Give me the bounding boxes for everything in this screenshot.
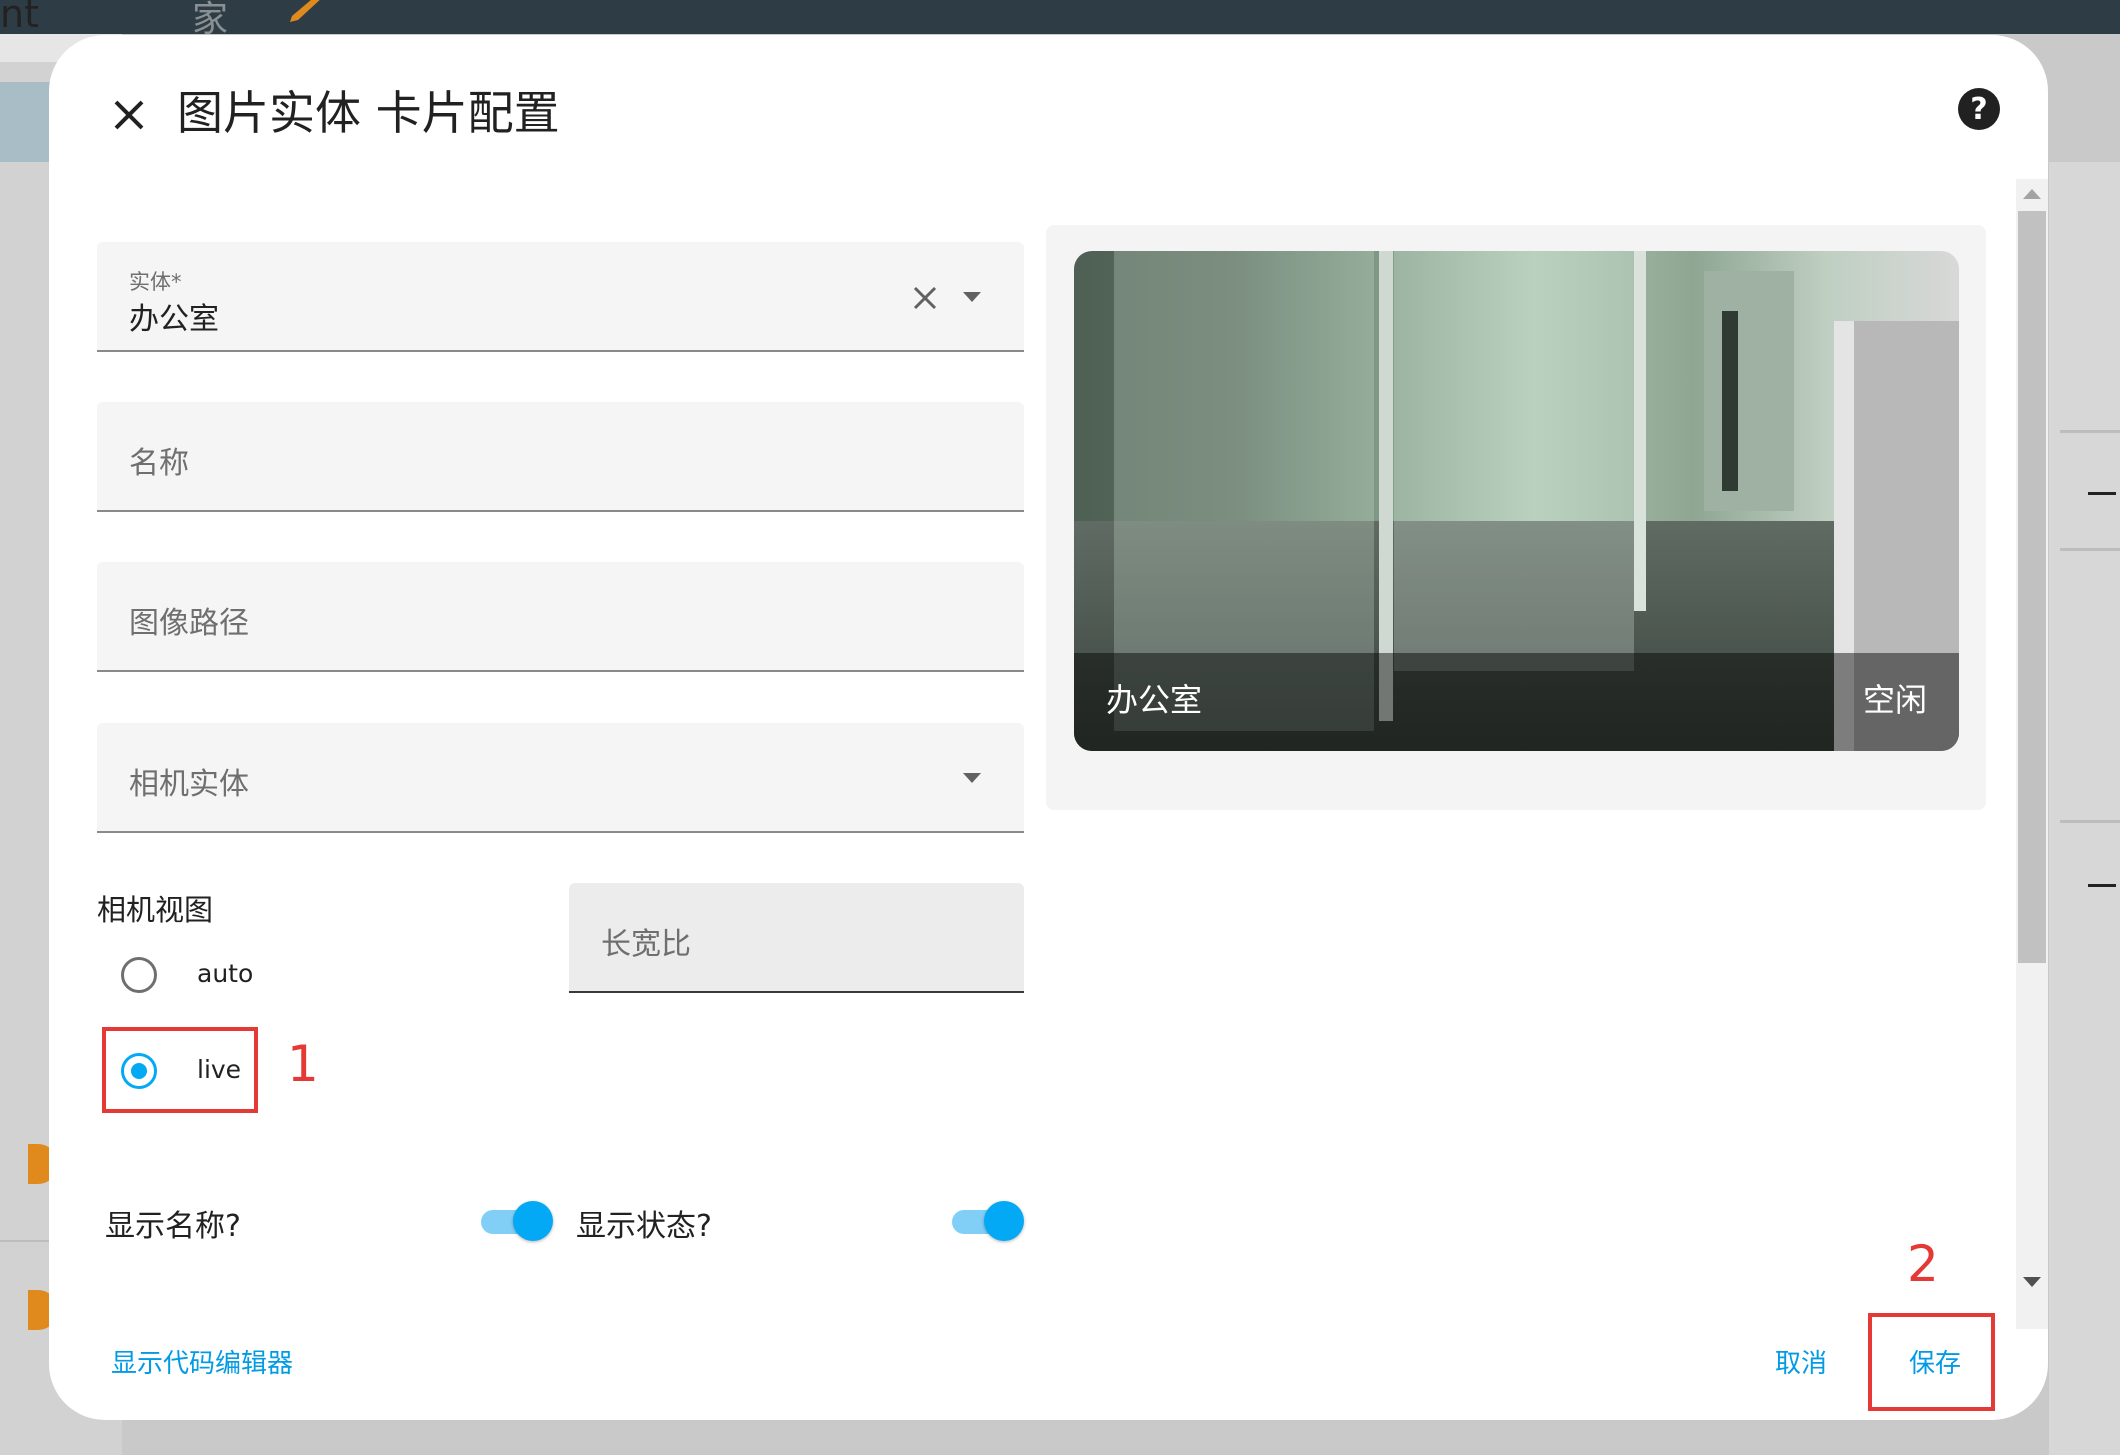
- close-icon[interactable]: [99, 85, 159, 145]
- show-state-toggle[interactable]: [952, 1199, 1026, 1243]
- show-code-editor-button[interactable]: 显示代码编辑器: [111, 1343, 293, 1380]
- entity-field-value: 办公室: [129, 302, 219, 337]
- aspect-ratio-field-placeholder: 长宽比: [601, 927, 691, 962]
- radio-label-auto: auto: [197, 959, 254, 988]
- camera-view-label: 相机视图: [97, 893, 214, 927]
- card-config-dialog: 图片实体 卡片配置 ? 实体* 办公室 名称 图像路径 相机实体 相机视图 au…: [49, 35, 2048, 1420]
- annotation-number-step-1: 1: [287, 1035, 319, 1093]
- background-dash: [2088, 884, 2116, 887]
- camera-entity-field-placeholder: 相机实体: [129, 767, 249, 802]
- preview-image-glass: [1394, 251, 1634, 671]
- show-name-label: 显示名称?: [105, 1209, 241, 1244]
- preview-image-pillar: [1634, 251, 1646, 611]
- preview-image-door-frame: [1722, 311, 1738, 491]
- preview-image-door: [1704, 271, 1794, 511]
- scrollbar-thumb[interactable]: [2018, 211, 2046, 963]
- clear-icon[interactable]: [911, 284, 939, 312]
- entity-field-label: 实体*: [129, 270, 182, 294]
- background-divider: [2060, 548, 2120, 551]
- scroll-down-arrow-icon[interactable]: [2023, 1277, 2041, 1287]
- dialog-title: 图片实体 卡片配置: [177, 86, 560, 140]
- radio-label-live: live: [197, 1055, 242, 1084]
- name-field-placeholder: 名称: [129, 446, 189, 481]
- picture-entity-preview-card[interactable]: 办公室 空闲: [1074, 251, 1959, 751]
- pencil-icon: [290, 0, 320, 22]
- help-icon[interactable]: ?: [1955, 85, 2003, 133]
- camera-entity-field[interactable]: 相机实体: [97, 723, 1024, 833]
- name-field[interactable]: 名称: [97, 402, 1024, 512]
- image-path-field[interactable]: 图像路径: [97, 562, 1024, 672]
- preview-entity-state: 空闲: [1862, 681, 1927, 719]
- save-button[interactable]: 保存: [1909, 1343, 1961, 1380]
- preview-image-pillar: [1379, 251, 1393, 721]
- radio-button-auto[interactable]: [121, 957, 157, 993]
- background-divider: [2060, 820, 2120, 823]
- entity-field[interactable]: 实体* 办公室: [97, 242, 1024, 352]
- annotation-number-step-2: 2: [1907, 1235, 1939, 1293]
- aspect-ratio-field[interactable]: 长宽比: [569, 883, 1024, 993]
- dropdown-arrow-icon[interactable]: [963, 773, 981, 783]
- radio-button-live[interactable]: [121, 1053, 157, 1089]
- background-divider: [2060, 430, 2120, 433]
- background-card-column: [2049, 162, 2120, 1455]
- toggle-knob: [984, 1201, 1024, 1241]
- show-state-label: 显示状态?: [576, 1209, 712, 1244]
- cancel-button[interactable]: 取消: [1775, 1343, 1827, 1380]
- background-dash: [2088, 492, 2116, 495]
- toggle-knob: [513, 1201, 553, 1241]
- preview-entity-name: 办公室: [1106, 681, 1203, 719]
- image-path-field-placeholder: 图像路径: [129, 606, 249, 641]
- scroll-up-arrow-icon[interactable]: [2023, 189, 2041, 199]
- preview-card-footer: [1074, 653, 1959, 751]
- dropdown-arrow-icon[interactable]: [963, 292, 981, 302]
- svg-text:?: ?: [1970, 92, 1987, 127]
- background-app-title: nt: [0, 0, 39, 36]
- show-name-toggle[interactable]: [481, 1199, 555, 1243]
